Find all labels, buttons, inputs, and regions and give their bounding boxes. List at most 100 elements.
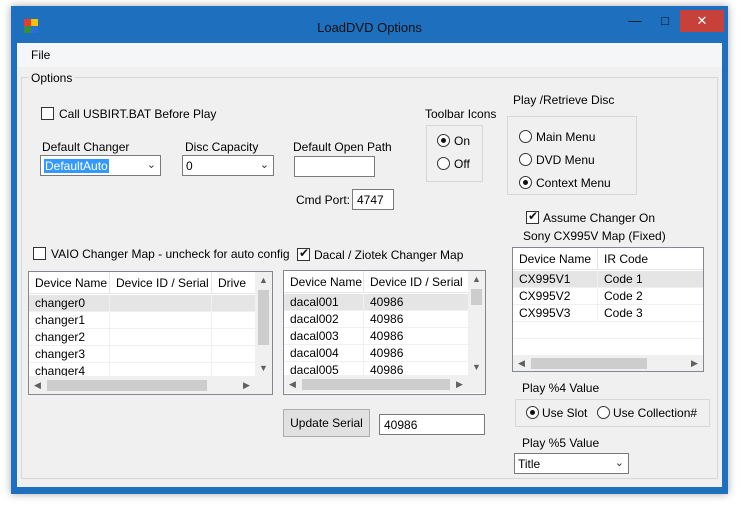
table-cell: Code 2: [598, 288, 703, 305]
play5-select[interactable]: Title ⌄: [514, 453, 629, 474]
title-bar[interactable]: LoadDVD Options — □ ✕: [11, 6, 728, 42]
table-row[interactable]: CX995V3 Code 3: [513, 305, 703, 322]
menu-file[interactable]: File: [31, 48, 50, 62]
horizontal-scrollbar[interactable]: ◀ ▶: [513, 355, 703, 371]
table-row[interactable]: dacal003 40986: [284, 328, 470, 345]
table-row[interactable]: CX995V1 Code 1: [513, 271, 703, 288]
table-row[interactable]: CX995V2 Code 2: [513, 288, 703, 305]
chevron-down-icon: ⌄: [614, 457, 624, 469]
usbirt-checkbox[interactable]: [41, 107, 54, 120]
scroll-thumb[interactable]: [471, 289, 482, 305]
table-cell: 40986: [364, 345, 470, 362]
use-collection-label: Use Collection#: [613, 406, 698, 420]
scroll-right-icon[interactable]: ▶: [686, 355, 703, 371]
sony-map-grid[interactable]: Device Name IR Code CX995V1 Code 1 CX995…: [512, 247, 704, 372]
client-area: File Options Call USBIRT.BAT Before Play…: [17, 43, 722, 487]
assume-changer-checkbox[interactable]: [526, 209, 539, 224]
dacal-map-grid[interactable]: Device Name Device ID / Serial dacal001 …: [283, 270, 486, 395]
menu-bar: File: [17, 43, 722, 67]
scroll-up-icon[interactable]: ▲: [468, 271, 485, 288]
horizontal-scrollbar[interactable]: ◀ ▶: [29, 377, 255, 394]
dacal-map-label: Dacal / Ziotek Changer Map: [314, 248, 464, 262]
toolbar-icons-on-label: On: [454, 134, 471, 148]
table-cell: changer4: [29, 363, 110, 376]
table-cell: Code 1: [598, 271, 703, 288]
context-menu-radio[interactable]: [519, 176, 532, 189]
table-cell: [212, 363, 257, 376]
default-changer-select[interactable]: DefaultAuto ⌄: [40, 155, 161, 176]
use-collection-radio[interactable]: [597, 406, 610, 419]
vertical-scrollbar[interactable]: ▲ ▼: [255, 272, 272, 377]
serial-value: 40986: [384, 418, 418, 432]
toolbar-icons-on-radio[interactable]: [437, 134, 450, 147]
play4-label: Play %4 Value: [522, 381, 600, 395]
table-row[interactable]: dacal005 40986: [284, 362, 470, 376]
vaio-map-label: VAIO Changer Map - uncheck for auto conf…: [51, 247, 290, 261]
column-header[interactable]: Device Name: [284, 271, 364, 293]
table-row[interactable]: dacal004 40986: [284, 345, 470, 362]
scroll-left-icon[interactable]: ◀: [29, 377, 46, 394]
column-header[interactable]: Drive: [212, 272, 257, 294]
column-header[interactable]: Device Name: [29, 272, 110, 294]
table-cell: [212, 295, 257, 312]
vaio-map-grid[interactable]: Device Name Device ID / Serial Drive cha…: [28, 271, 273, 395]
scroll-up-icon[interactable]: ▲: [255, 272, 272, 289]
table-cell: CX995V1: [513, 271, 598, 288]
table-row[interactable]: changer0: [29, 295, 257, 312]
assume-changer-label: Assume Changer On: [543, 211, 656, 225]
column-header[interactable]: Device ID / Serial: [110, 272, 212, 294]
table-cell: 40986: [364, 362, 470, 375]
table-row[interactable]: dacal002 40986: [284, 311, 470, 328]
dvd-menu-label: DVD Menu: [536, 153, 595, 167]
dacal-map-checkbox[interactable]: [297, 246, 310, 261]
cmd-port-input[interactable]: 4747: [352, 189, 394, 210]
default-open-path-input[interactable]: [294, 156, 375, 177]
close-button[interactable]: ✕: [680, 10, 724, 32]
table-cell: dacal005: [284, 362, 364, 375]
minimize-button[interactable]: —: [620, 10, 650, 32]
main-menu-radio[interactable]: [519, 130, 532, 143]
table-row[interactable]: changer4: [29, 363, 257, 377]
sony-map-label: Sony CX995V Map (Fixed): [523, 229, 666, 243]
table-row[interactable]: dacal001 40986: [284, 294, 470, 311]
update-serial-button[interactable]: Update Serial: [283, 409, 370, 437]
table-row[interactable]: changer1: [29, 312, 257, 329]
table-row: [513, 339, 703, 356]
vaio-map-checkbox[interactable]: [33, 247, 46, 260]
scroll-corner: [255, 377, 272, 394]
column-header[interactable]: IR Code: [598, 248, 703, 270]
dvd-menu-radio[interactable]: [519, 153, 532, 166]
options-window: LoadDVD Options — □ ✕ File Options Call …: [11, 6, 728, 494]
column-header[interactable]: Device ID / Serial: [364, 271, 470, 293]
disc-capacity-select[interactable]: 0 ⌄: [182, 155, 274, 176]
scroll-thumb[interactable]: [258, 290, 269, 345]
table-row[interactable]: changer3: [29, 346, 257, 363]
table-cell: changer2: [29, 329, 110, 346]
default-changer-value: DefaultAuto: [44, 159, 109, 173]
use-slot-radio[interactable]: [526, 406, 539, 419]
scroll-down-icon[interactable]: ▼: [468, 359, 485, 376]
scroll-left-icon[interactable]: ◀: [284, 376, 301, 393]
maximize-button[interactable]: □: [650, 10, 680, 32]
table-cell: [212, 329, 257, 346]
vertical-scrollbar[interactable]: ▲ ▼: [468, 271, 485, 376]
table-cell: [212, 312, 257, 329]
scroll-thumb[interactable]: [302, 379, 450, 390]
table-cell: [110, 346, 212, 363]
play5-label: Play %5 Value: [522, 436, 600, 450]
scroll-down-icon[interactable]: ▼: [255, 360, 272, 377]
serial-input[interactable]: 40986: [379, 414, 485, 435]
scroll-thumb[interactable]: [47, 380, 207, 391]
cmd-port-value: 4747: [357, 193, 384, 207]
scroll-right-icon[interactable]: ▶: [238, 377, 255, 394]
scroll-thumb[interactable]: [531, 358, 647, 369]
toolbar-icons-off-radio[interactable]: [437, 157, 450, 170]
options-group-label: Options: [29, 71, 75, 85]
column-header[interactable]: Device Name: [513, 248, 598, 270]
scroll-right-icon[interactable]: ▶: [451, 376, 468, 393]
table-row[interactable]: changer2: [29, 329, 257, 346]
default-changer-label: Default Changer: [42, 140, 130, 154]
table-cell: [110, 329, 212, 346]
scroll-left-icon[interactable]: ◀: [513, 355, 530, 371]
horizontal-scrollbar[interactable]: ◀ ▶: [284, 376, 468, 393]
